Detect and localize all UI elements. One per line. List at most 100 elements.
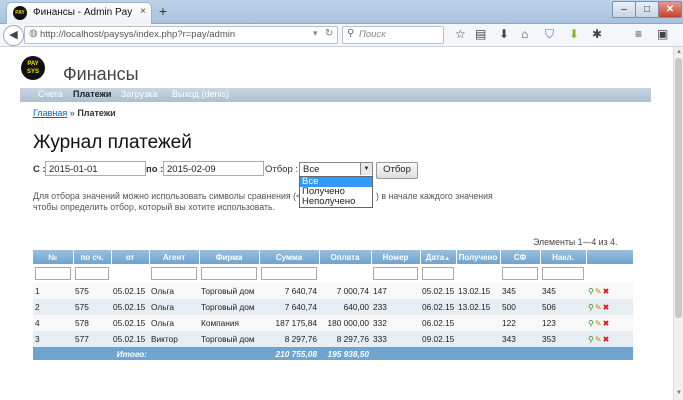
cell-nakl: 506 (540, 299, 586, 315)
column-header[interactable]: Агент (149, 250, 200, 264)
puzzle-icon[interactable]: ✱ (592, 27, 602, 41)
cell-nakl: 345 (540, 283, 586, 299)
date-from-input[interactable]: 2015-01-01 (45, 161, 146, 176)
window-maximize-button[interactable]: □ (635, 1, 659, 18)
breadcrumb: Главная » Платежи (33, 108, 116, 118)
scroll-thumb[interactable] (675, 58, 682, 318)
row-actions: ⚲✎✖ (586, 315, 633, 331)
reload-icon[interactable]: ↻ (325, 28, 333, 39)
column-header[interactable]: Оплата (319, 250, 372, 264)
column-header[interactable]: Фирма (199, 250, 260, 264)
column-header[interactable]: № (33, 250, 74, 264)
logo-text-top: PAY (27, 61, 39, 67)
search-input[interactable]: Поиск (359, 29, 386, 40)
browser-tab[interactable]: PAY Финансы - Admin Pay × (6, 2, 152, 24)
cell-date: 06.02.15 (420, 315, 456, 331)
delete-icon[interactable]: ✖ (603, 335, 610, 344)
clipboard-icon[interactable]: ▤ (475, 27, 486, 41)
column-header[interactable]: от (111, 250, 150, 264)
cell-firm: Торговый дом (199, 331, 259, 347)
table-row[interactable]: 3 577 05.02.15 Виктор Торговый дом 8 297,76 8 … (33, 331, 633, 347)
cell-inv: 575 (73, 283, 111, 299)
payments-grid: № по сч. от Агент Фирма Сумма Оплата Номер Дата▲… (33, 250, 634, 360)
delete-icon[interactable]: ✖ (603, 303, 610, 312)
view-icon[interactable]: ⚲ (588, 303, 594, 312)
column-filter-input[interactable] (151, 267, 197, 280)
column-header[interactable]: Сумма (259, 250, 320, 264)
delete-icon[interactable]: ✖ (603, 287, 610, 296)
option-not-received[interactable]: Неполучено (300, 197, 372, 207)
total-row: Итого: 210 755,08 195 938,50 (33, 347, 633, 360)
column-filter-input[interactable] (422, 267, 454, 280)
download-icon[interactable]: ⬇ (499, 27, 509, 41)
column-filter-input[interactable] (35, 267, 71, 280)
column-header[interactable]: Номер (371, 250, 421, 264)
total-cell (500, 347, 540, 360)
cell-recv: 13.02.15 (456, 283, 500, 299)
edit-icon[interactable]: ✎ (595, 319, 602, 328)
cell-n: 4 (33, 315, 73, 331)
scroll-up-icon[interactable]: ▲ (676, 49, 682, 55)
table-row[interactable]: 1 575 05.02.15 Ольга Торговый дом 7 640,74 7 0… (33, 283, 633, 299)
chevron-down-icon[interactable]: ▼ (360, 163, 372, 175)
breadcrumb-separator: » (69, 108, 75, 118)
back-button[interactable]: ◀ (3, 25, 24, 46)
edit-icon[interactable]: ✎ (595, 335, 602, 344)
menu-icon[interactable]: ≡ (635, 27, 642, 41)
edit-icon[interactable]: ✎ (595, 287, 602, 296)
cell-recv: 13.02.15 (456, 299, 500, 315)
home-icon[interactable]: ⌂ (521, 27, 528, 41)
scroll-down-icon[interactable]: ▼ (676, 390, 682, 396)
cell-firm: Компания (199, 315, 259, 331)
url-dropdown-icon[interactable]: ▾ (313, 28, 318, 39)
filter-button[interactable]: Отбор (376, 162, 418, 179)
star-icon[interactable]: ☆ (455, 27, 466, 41)
view-icon[interactable]: ⚲ (588, 319, 594, 328)
column-header[interactable]: Получено (456, 250, 501, 264)
menu-item-upload[interactable]: Загрузка (121, 89, 157, 99)
breadcrumb-home-link[interactable]: Главная (33, 108, 67, 118)
menu-item-payments[interactable]: Платежи (73, 89, 111, 99)
column-filter-input[interactable] (502, 267, 538, 280)
column-header[interactable]: СФ (500, 250, 541, 264)
column-filter-input[interactable] (542, 267, 584, 280)
shield-icon[interactable]: ⛉ (545, 27, 554, 41)
menu-item-accounts[interactable]: Счета (38, 89, 63, 99)
total-cell: 195 938,50 (319, 347, 371, 360)
date-from-label: С : (33, 164, 46, 175)
view-icon[interactable]: ⚲ (588, 287, 594, 296)
delete-icon[interactable]: ✖ (603, 319, 610, 328)
url-text[interactable]: http://localhost/paysys/index.php?r=pay/… (40, 29, 235, 40)
address-bar[interactable]: ◍ http://localhost/paysys/index.php?r=pa… (24, 26, 338, 44)
search-bar[interactable]: ⚲ Поиск (342, 26, 444, 44)
cell-paid: 180 000,00 (319, 315, 371, 331)
download-arrow-icon[interactable]: ⬇ (569, 27, 579, 41)
table-row[interactable]: 4 578 05.02.15 Ольга Компания 187 175,84 180 0… (33, 315, 633, 331)
menu-item-logout[interactable]: Выход (denis) (172, 89, 229, 99)
table-row[interactable]: 2 575 05.02.15 Ольга Торговый дом 7 640,74 640… (33, 299, 633, 315)
window-close-button[interactable]: ✕ (658, 1, 682, 18)
view-icon[interactable]: ⚲ (588, 335, 594, 344)
tab-close-icon[interactable]: × (140, 6, 146, 17)
items-summary: Элементы 1—4 из 4. (533, 237, 618, 247)
column-header[interactable]: Дата▲ (420, 250, 457, 264)
cell-nakl: 353 (540, 331, 586, 347)
column-filter-input[interactable] (201, 267, 257, 280)
cell-n: 3 (33, 331, 73, 347)
column-filter-input[interactable] (75, 267, 109, 280)
cell-nakl: 123 (540, 315, 586, 331)
edit-icon[interactable]: ✎ (595, 303, 602, 312)
cell-agent: Ольга (149, 299, 199, 315)
sidebar-icon[interactable]: ▣ (657, 27, 668, 41)
window-minimize-button[interactable]: – (612, 1, 636, 18)
column-filter-input[interactable] (261, 267, 317, 280)
date-to-input[interactable]: 2015-02-09 (163, 161, 264, 176)
status-filter-options: Все Получено Неполучено (299, 176, 373, 208)
column-header[interactable]: Накл. (540, 250, 587, 264)
new-tab-button[interactable]: + (154, 3, 172, 19)
row-actions: ⚲✎✖ (586, 331, 633, 347)
column-header[interactable]: по сч. (73, 250, 112, 264)
cell-paid: 7 000,74 (319, 283, 371, 299)
cell-num: 233 (371, 299, 420, 315)
column-filter-input[interactable] (373, 267, 418, 280)
